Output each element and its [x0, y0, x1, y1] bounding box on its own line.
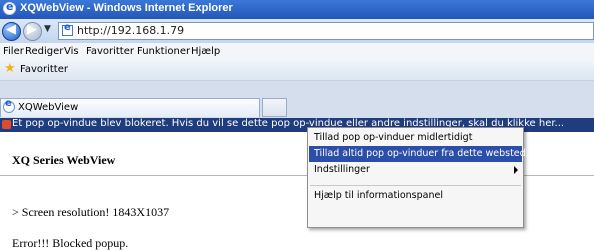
title-bar: XQWebView - Windows Internet Explorer — [0, 0, 594, 19]
window-title: XQWebView - Windows Internet Explorer — [20, 2, 233, 14]
menu-separator — [310, 185, 521, 186]
back-button[interactable]: ◀ — [2, 22, 21, 41]
popup-blocked-icon — [2, 120, 11, 129]
back-arrow-icon: ◀ — [6, 22, 16, 37]
menu-rediger[interactable]: Rediger — [25, 46, 63, 57]
page-icon — [62, 22, 73, 36]
history-dropdown-icon[interactable]: ▼ — [44, 24, 51, 34]
ie-logo-icon — [3, 0, 16, 15]
favorites-button[interactable]: Favoritter — [20, 64, 68, 75]
favorites-star-icon[interactable]: ★ — [4, 61, 16, 76]
menu-hjaelp[interactable]: Hjælp — [191, 46, 220, 57]
tab-ie-icon — [3, 98, 15, 113]
menu-item-help[interactable]: Hjælp til informationspanel — [314, 190, 443, 201]
menu-vis[interactable]: Vis — [64, 46, 79, 57]
tab-label: XQWebView — [18, 102, 79, 113]
address-input[interactable]: http://192.168.1.79 — [77, 24, 184, 37]
forward-arrow-icon: ▶ — [27, 22, 37, 37]
menu-favoritter[interactable]: Favoritter — [86, 46, 134, 57]
new-tab-button[interactable] — [262, 98, 287, 117]
forward-button[interactable]: ▶ — [23, 22, 42, 41]
submenu-arrow-icon — [514, 166, 518, 174]
menu-item-allow-temporarily[interactable]: Tillad pop op-vinduer midlertidigt — [314, 132, 472, 143]
page-title: XQ Series WebView — [12, 153, 116, 167]
menu-filer[interactable]: Filer — [3, 46, 24, 57]
favorites-bar — [0, 60, 594, 81]
menu-funktioner[interactable]: Funktioner — [137, 46, 190, 57]
menu-item-always-allow[interactable]: Tillad altid pop op-vinduer fra dette we… — [314, 148, 535, 159]
resolution-text: > Screen resolution! 1843X1037 — [12, 205, 170, 219]
menu-item-settings[interactable]: Indstillinger — [314, 164, 370, 175]
